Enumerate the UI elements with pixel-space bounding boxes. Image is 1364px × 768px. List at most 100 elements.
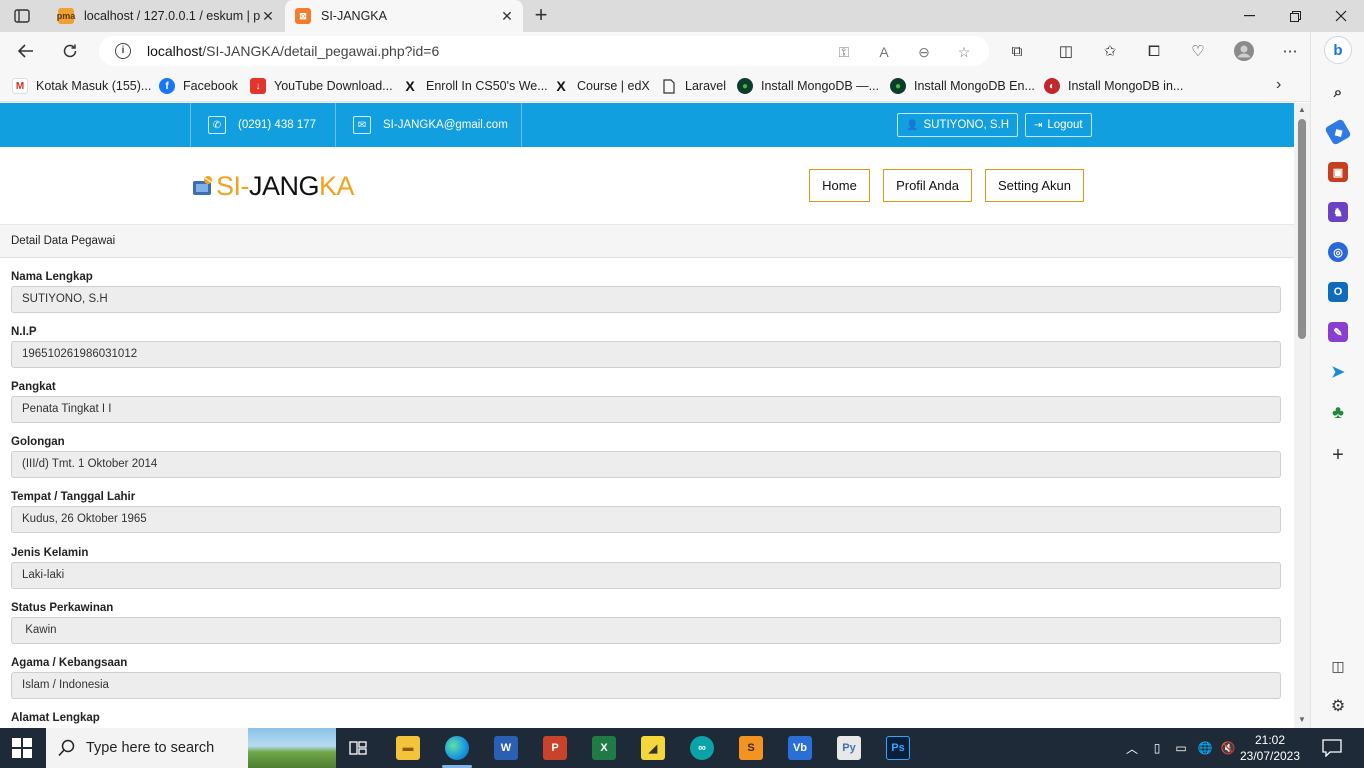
bookmark-item[interactable]: Laravel (661, 77, 726, 95)
bookmark-item[interactable]: ● Install MongoDB En... (890, 77, 1035, 95)
bookmark-label: Laravel (685, 79, 726, 93)
nav-setting-akun-button[interactable]: Setting Akun (985, 169, 1084, 202)
sticky-notes-icon[interactable]: ◢ (641, 736, 665, 760)
task-view-icon[interactable] (346, 736, 370, 760)
windows-start-icon[interactable] (12, 738, 32, 758)
field-nama-lengkap: SUTIYONO, S.H (11, 286, 1281, 313)
nav-home-button[interactable]: Home (809, 169, 870, 202)
designer-icon[interactable]: ✎ (1328, 322, 1348, 342)
close-tab-icon[interactable]: ✕ (260, 8, 276, 25)
divider (521, 103, 522, 147)
battery-icon[interactable]: ▭ (1173, 740, 1189, 756)
bookmark-item[interactable]: ↓ YouTube Download... (250, 77, 393, 95)
tools-icon[interactable]: ▣ (1328, 162, 1348, 182)
zoom-out-icon[interactable]: ⊖ (915, 43, 933, 61)
back-arrow-icon[interactable] (14, 40, 38, 62)
file-explorer-icon[interactable]: ▬ (396, 736, 420, 760)
browser-tab-phpmyadmin[interactable]: pma localhost / 127.0.0.1 / eskum | phpM… (48, 0, 284, 32)
page-scrollbar[interactable]: ▲ ▼ (1294, 103, 1310, 728)
logout-button[interactable]: ⇥ Logout (1025, 113, 1092, 137)
favorite-star-icon[interactable]: ☆ (955, 43, 973, 61)
field-label-agama: Agama / Kebangsaan (11, 657, 128, 669)
settings-gear-icon[interactable]: ⚙ (1328, 696, 1348, 716)
browser-essentials-icon[interactable]: ♡ (1187, 40, 1209, 62)
password-key-icon[interactable]: ⚿ (835, 43, 853, 61)
bookmark-item[interactable]: ● Install MongoDB —... (737, 77, 879, 95)
arduino-icon[interactable]: ∞ (690, 736, 714, 760)
scrollbar-thumb[interactable] (1298, 119, 1306, 339)
bookmark-item[interactable]: ◐ Install MongoDB in... (1044, 77, 1183, 95)
site-header: SI- JANG KA Home Profil Anda Setting Akun (0, 147, 1294, 225)
bing-chat-icon[interactable]: b (1324, 36, 1352, 64)
word-icon[interactable]: W (494, 736, 518, 760)
sidebar-toggle-icon[interactable]: ◫ (1328, 656, 1348, 676)
field-agama-kebangsaan: Islam / Indonesia (11, 672, 1281, 699)
address-bar[interactable]: i localhost/SI-JANGKA/detail_pegawai.php… (99, 36, 989, 66)
logo-text-ka: KA (319, 170, 355, 201)
new-tab-icon[interactable]: + (530, 4, 552, 27)
network-globe-icon[interactable]: 🌐 (1197, 740, 1213, 756)
field-label-alamat: Alamat Lengkap (11, 712, 100, 724)
bookmark-item[interactable]: X Enroll In CS50's We... (402, 77, 547, 95)
minimize-icon[interactable] (1226, 0, 1272, 32)
send-icon[interactable]: ➤ (1328, 362, 1348, 382)
divider (190, 103, 191, 147)
download-icon: ↓ (250, 78, 266, 94)
tab-actions-icon[interactable] (8, 5, 36, 27)
user-profile-button[interactable]: 👤 SUTIYONO, S.H (897, 113, 1019, 137)
bookmark-item[interactable]: M Kotak Masuk (155)... (12, 77, 151, 95)
device-icon[interactable]: ▯ (1149, 740, 1165, 756)
read-aloud-icon[interactable]: A (875, 43, 893, 61)
games-icon[interactable]: ♞ (1328, 202, 1348, 222)
envelope-icon: ✉ (353, 116, 371, 134)
search-icon[interactable]: ⌕ (1328, 82, 1348, 102)
collections-icon[interactable]: ⧠ (1143, 40, 1165, 62)
more-menu-icon[interactable]: ⋯ (1279, 40, 1301, 62)
python-icon[interactable]: Py (837, 736, 861, 760)
tree-icon[interactable]: ♣ (1328, 402, 1348, 422)
microsoft-365-icon[interactable]: ◎ (1328, 242, 1348, 262)
chevron-right-icon[interactable]: › (1276, 76, 1281, 94)
field-label-status: Status Perkawinan (11, 602, 114, 614)
url-text[interactable]: localhost/SI-JANGKA/detail_pegawai.php?i… (147, 43, 439, 59)
system-clock[interactable]: 21:02 23/07/2023 (1236, 732, 1304, 764)
browser-tab-si-jangka[interactable]: ⊠ SI-JANGKA ✕ (285, 0, 523, 32)
volume-muted-icon[interactable]: 🔇 (1220, 740, 1236, 756)
powerpoint-icon[interactable]: P (543, 736, 567, 760)
photoshop-icon[interactable]: Ps (886, 736, 910, 760)
phone-icon: ✆ (208, 116, 226, 134)
scroll-up-icon[interactable]: ▲ (1298, 105, 1306, 114)
field-label-nama: Nama Lengkap (11, 271, 93, 283)
generic-site-icon: ◐ (1044, 78, 1060, 94)
shopping-tag-icon[interactable]: ◆ (1324, 118, 1352, 146)
sublime-text-icon[interactable]: S (739, 736, 763, 760)
bookmark-label: Course | edX (577, 79, 650, 93)
virtualbox-icon[interactable]: Vb (788, 736, 812, 760)
close-tab-icon[interactable]: ✕ (499, 8, 515, 25)
search-placeholder: Type here to search (86, 740, 215, 756)
favorites-icon[interactable]: ✩ (1099, 40, 1121, 62)
divider (335, 103, 336, 147)
bookmark-item[interactable]: X Course | edX (553, 77, 650, 95)
profile-avatar-icon[interactable] (1233, 40, 1255, 62)
logo-emblem-icon (193, 176, 212, 195)
split-screen-icon[interactable]: ◫ (1055, 40, 1077, 62)
add-icon[interactable]: + (1328, 444, 1348, 466)
chevron-up-icon[interactable]: ︿ (1124, 740, 1140, 756)
window-close-icon[interactable] (1318, 0, 1364, 32)
bookmark-item[interactable]: f Facebook (159, 77, 238, 95)
bookmark-label: Install MongoDB —... (761, 79, 880, 93)
nav-profil-anda-button[interactable]: Profil Anda (883, 169, 972, 202)
scroll-down-icon[interactable]: ▼ (1298, 715, 1306, 724)
outlook-icon[interactable]: O (1328, 282, 1348, 302)
site-logo[interactable]: SI- JANG KA (192, 170, 355, 201)
notification-center-icon[interactable] (1322, 739, 1342, 758)
refresh-icon[interactable] (58, 40, 82, 62)
phone-number: (0291) 438 177 (238, 119, 317, 131)
site-info-icon[interactable]: i (115, 43, 131, 59)
extensions-icon[interactable]: ⧉ (1006, 40, 1028, 62)
excel-icon[interactable]: X (592, 736, 616, 760)
edge-browser-icon[interactable] (445, 736, 469, 760)
restore-icon[interactable] (1272, 0, 1318, 32)
taskbar-search-box[interactable]: Type here to search (46, 728, 336, 768)
